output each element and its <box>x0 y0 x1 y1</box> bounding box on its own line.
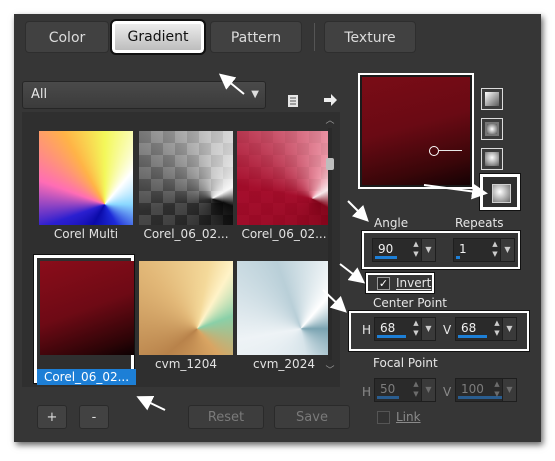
annotation-arrow <box>322 289 347 313</box>
annotation-arrow <box>423 183 488 200</box>
annotation-arrows <box>136 73 488 411</box>
annotation-arrow <box>347 200 369 222</box>
annotation-arrow <box>136 395 166 411</box>
annotation-arrow <box>339 263 366 284</box>
annotation-arrow <box>218 73 245 95</box>
